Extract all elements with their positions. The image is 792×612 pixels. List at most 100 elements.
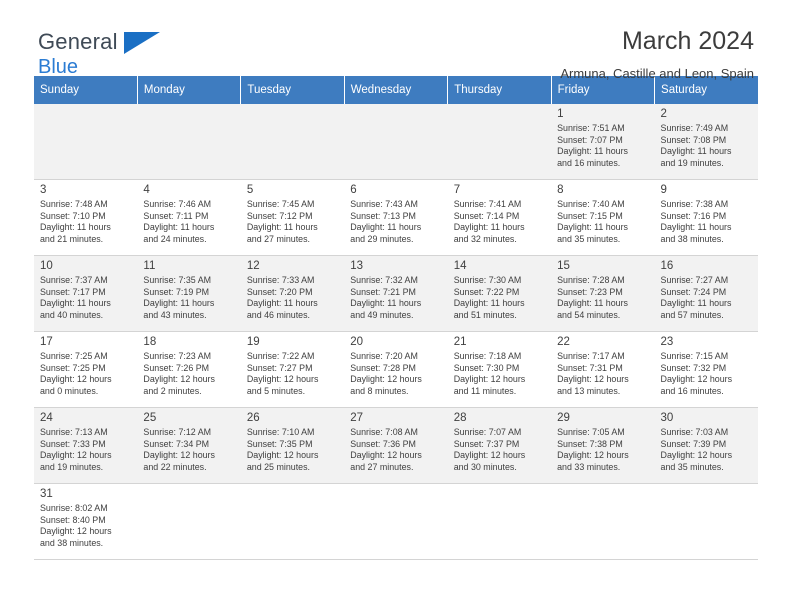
day-sunrise-text: Sunrise: 7:30 AM (453, 275, 522, 285)
day-daylight-text: Daylight: 12 hours (246, 450, 319, 461)
day-number: 31 (40, 488, 53, 500)
day-sunset-text: Sunset: 7:16 PM (660, 210, 727, 221)
calendar-day-cell[interactable]: 16 Sunrise: 7:27 AM Sunset: 7:24 PM Dayligh… (654, 255, 758, 332)
day-daylight-text: and 54 minutes. (557, 309, 621, 320)
day-sun-info: Sunrise: 7:20 AM Sunset: 7:28 PM Daylight:… (350, 351, 442, 397)
day-sun-info: Sunrise: 7:08 AM Sunset: 7:36 PM Daylight:… (350, 427, 442, 473)
day-number: 16 (660, 260, 674, 272)
day-sunrise-text: Sunrise: 7:15 AM (660, 351, 729, 361)
day-sunset-text: Sunset: 7:31 PM (557, 362, 623, 373)
day-sun-info: Sunrise: 7:32 AM Sunset: 7:21 PM Daylight:… (350, 275, 442, 321)
calendar-day-cell[interactable]: 26 Sunrise: 7:10 AM Sunset: 7:35 PM Dayligh… (240, 407, 345, 484)
day-sun-info: Sunrise: 7:05 AM Sunset: 7:38 PM Daylight:… (557, 427, 649, 473)
day-sun-info: Sunrise: 7:23 AM Sunset: 7:26 PM Daylight:… (143, 351, 235, 397)
day-daylight-text: Daylight: 12 hours (143, 450, 215, 461)
day-number: 29 (557, 412, 570, 424)
day-daylight-text: and 19 minutes. (40, 461, 104, 472)
calendar-day-cell[interactable]: 12 Sunrise: 7:33 AM Sunset: 7:20 PM Dayligh… (240, 255, 345, 332)
calendar-day-cell-empty (344, 483, 448, 560)
day-daylight-text: Daylight: 11 hours (557, 146, 628, 157)
day-sunset-text: Sunset: 7:34 PM (143, 438, 210, 449)
calendar-day-cell[interactable]: 24 Sunrise: 7:13 AM Sunset: 7:33 PM Dayligh… (34, 407, 138, 484)
calendar-day-cell[interactable]: 14 Sunrise: 7:30 AM Sunset: 7:22 PM Dayligh… (447, 255, 552, 332)
day-sunset-text: Sunset: 7:10 PM (40, 210, 106, 221)
calendar-day-cell[interactable]: 8 Sunrise: 7:40 AM Sunset: 7:15 PM Daylight… (551, 179, 655, 256)
day-daylight-text: Daylight: 12 hours (453, 374, 526, 385)
day-daylight-text: and 27 minutes. (350, 461, 414, 472)
day-daylight-text: Daylight: 11 hours (557, 222, 628, 233)
day-sunrise-text: Sunrise: 7:45 AM (246, 199, 315, 209)
logo[interactable]: General Blue (38, 30, 238, 82)
calendar-day-cell[interactable]: 10 Sunrise: 7:37 AM Sunset: 7:17 PM Dayligh… (34, 255, 138, 332)
calendar-day-cell[interactable]: 29 Sunrise: 7:05 AM Sunset: 7:38 PM Dayligh… (551, 407, 655, 484)
calendar-day-cell[interactable]: 23 Sunrise: 7:15 AM Sunset: 7:32 PM Dayligh… (654, 331, 758, 408)
calendar-day-cell[interactable]: 2 Sunrise: 7:49 AM Sunset: 7:08 PM Daylight… (654, 104, 758, 180)
calendar-day-cell[interactable]: 19 Sunrise: 7:22 AM Sunset: 7:27 PM Dayligh… (240, 331, 345, 408)
day-sun-info: Sunrise: 7:13 AM Sunset: 7:33 PM Daylight:… (40, 427, 132, 473)
calendar-day-cell[interactable]: 9 Sunrise: 7:38 AM Sunset: 7:16 PM Daylight… (654, 179, 758, 256)
calendar-day-cell[interactable]: 1 Sunrise: 7:51 AM Sunset: 7:07 PM Daylight… (551, 104, 655, 180)
day-sunset-text: Sunset: 7:38 PM (557, 438, 623, 449)
day-sun-info: Sunrise: 7:03 AM Sunset: 7:39 PM Daylight:… (661, 427, 753, 473)
day-sun-info: Sunrise: 7:41 AM Sunset: 7:14 PM Daylight:… (454, 199, 546, 245)
calendar-day-cell[interactable]: 6 Sunrise: 7:43 AM Sunset: 7:13 PM Daylight… (344, 179, 448, 256)
day-number: 8 (557, 184, 564, 196)
day-daylight-text: and 24 minutes. (143, 233, 207, 244)
day-daylight-text: and 5 minutes. (246, 385, 306, 396)
calendar-day-cell[interactable]: 22 Sunrise: 7:17 AM Sunset: 7:31 PM Dayligh… (551, 331, 655, 408)
day-sunset-text: Sunset: 7:14 PM (453, 210, 520, 221)
day-daylight-text: Daylight: 11 hours (143, 298, 215, 309)
calendar-week-row: 3 Sunrise: 7:48 AM Sunset: 7:10 PM Daylight… (34, 179, 758, 256)
calendar-day-cell[interactable]: 15 Sunrise: 7:28 AM Sunset: 7:23 PM Dayligh… (551, 255, 655, 332)
day-number: 17 (40, 336, 53, 348)
day-sun-info: Sunrise: 7:22 AM Sunset: 7:27 PM Daylight:… (247, 351, 339, 397)
day-sunrise-text: Sunrise: 7:33 AM (246, 275, 315, 285)
day-sunrise-text: Sunrise: 7:20 AM (350, 351, 418, 361)
calendar-day-cell[interactable]: 25 Sunrise: 7:12 AM Sunset: 7:34 PM Dayligh… (137, 407, 241, 484)
day-daylight-text: Daylight: 11 hours (453, 298, 525, 309)
calendar-day-cell[interactable]: 21 Sunrise: 7:18 AM Sunset: 7:30 PM Dayligh… (447, 331, 552, 408)
day-daylight-text: Daylight: 11 hours (453, 222, 525, 233)
calendar-page: General Blue March 2024 Armuna, Castille… (0, 0, 792, 612)
day-daylight-text: and 30 minutes. (453, 461, 517, 472)
calendar-day-cell[interactable]: 7 Sunrise: 7:41 AM Sunset: 7:14 PM Daylight… (447, 179, 552, 256)
day-number: 6 (350, 184, 357, 196)
calendar-day-cell[interactable]: 5 Sunrise: 7:45 AM Sunset: 7:12 PM Daylight… (240, 179, 345, 256)
day-daylight-text: and 29 minutes. (350, 233, 414, 244)
calendar-day-cell[interactable]: 11 Sunrise: 7:35 AM Sunset: 7:19 PM Dayligh… (137, 255, 241, 332)
day-sun-info: Sunrise: 7:45 AM Sunset: 7:12 PM Daylight:… (247, 199, 339, 245)
calendar-day-cell-empty (240, 104, 345, 180)
day-number: 11 (143, 260, 156, 272)
day-daylight-text: and 33 minutes. (557, 461, 621, 472)
calendar-day-cell[interactable]: 27 Sunrise: 7:08 AM Sunset: 7:36 PM Dayligh… (344, 407, 448, 484)
calendar-day-cell[interactable]: 30 Sunrise: 7:03 AM Sunset: 7:39 PM Dayligh… (654, 407, 758, 484)
day-daylight-text: Daylight: 12 hours (246, 374, 319, 385)
day-sunset-text: Sunset: 7:11 PM (143, 210, 209, 221)
calendar-body: 1 Sunrise: 7:51 AM Sunset: 7:07 PM Daylight… (34, 104, 758, 560)
day-daylight-text: Daylight: 11 hours (557, 298, 628, 309)
calendar-day-cell[interactable]: 28 Sunrise: 7:07 AM Sunset: 7:37 PM Dayligh… (447, 407, 552, 484)
page-header: General Blue March 2024 Armuna, Castille… (34, 0, 758, 81)
day-number: 15 (557, 260, 570, 272)
day-number: 24 (40, 412, 53, 424)
calendar-day-cell[interactable]: 20 Sunrise: 7:20 AM Sunset: 7:28 PM Dayligh… (344, 331, 448, 408)
day-daylight-text: Daylight: 12 hours (40, 374, 112, 385)
day-sun-info: Sunrise: 7:35 AM Sunset: 7:19 PM Daylight:… (143, 275, 235, 321)
calendar-day-cell-empty (654, 483, 758, 560)
calendar-day-cell[interactable]: 18 Sunrise: 7:23 AM Sunset: 7:26 PM Dayligh… (137, 331, 241, 408)
day-daylight-text: and 57 minutes. (660, 309, 724, 320)
day-daylight-text: and 13 minutes. (557, 385, 621, 396)
day-sunset-text: Sunset: 7:13 PM (350, 210, 416, 221)
day-sunset-text: Sunset: 7:25 PM (40, 362, 106, 373)
day-sunrise-text: Sunrise: 7:48 AM (40, 199, 108, 209)
calendar-day-cell[interactable]: 31 Sunrise: 8:02 AM Sunset: 8:40 PM Dayligh… (34, 483, 138, 560)
calendar-table: Sunday Monday Tuesday Wednesday Thursday… (34, 76, 758, 560)
day-sun-info: Sunrise: 7:10 AM Sunset: 7:35 PM Daylight:… (247, 427, 339, 473)
calendar-day-cell[interactable]: 4 Sunrise: 7:46 AM Sunset: 7:11 PM Daylight… (137, 179, 241, 256)
day-number: 14 (453, 260, 467, 272)
calendar-day-cell[interactable]: 13 Sunrise: 7:32 AM Sunset: 7:21 PM Dayligh… (344, 255, 448, 332)
calendar-day-cell[interactable]: 3 Sunrise: 7:48 AM Sunset: 7:10 PM Daylight… (34, 179, 138, 256)
day-sunset-text: Sunset: 7:12 PM (246, 210, 313, 221)
calendar-day-cell[interactable]: 17 Sunrise: 7:25 AM Sunset: 7:25 PM Dayligh… (34, 331, 138, 408)
day-sunrise-text: Sunrise: 7:07 AM (453, 427, 522, 437)
